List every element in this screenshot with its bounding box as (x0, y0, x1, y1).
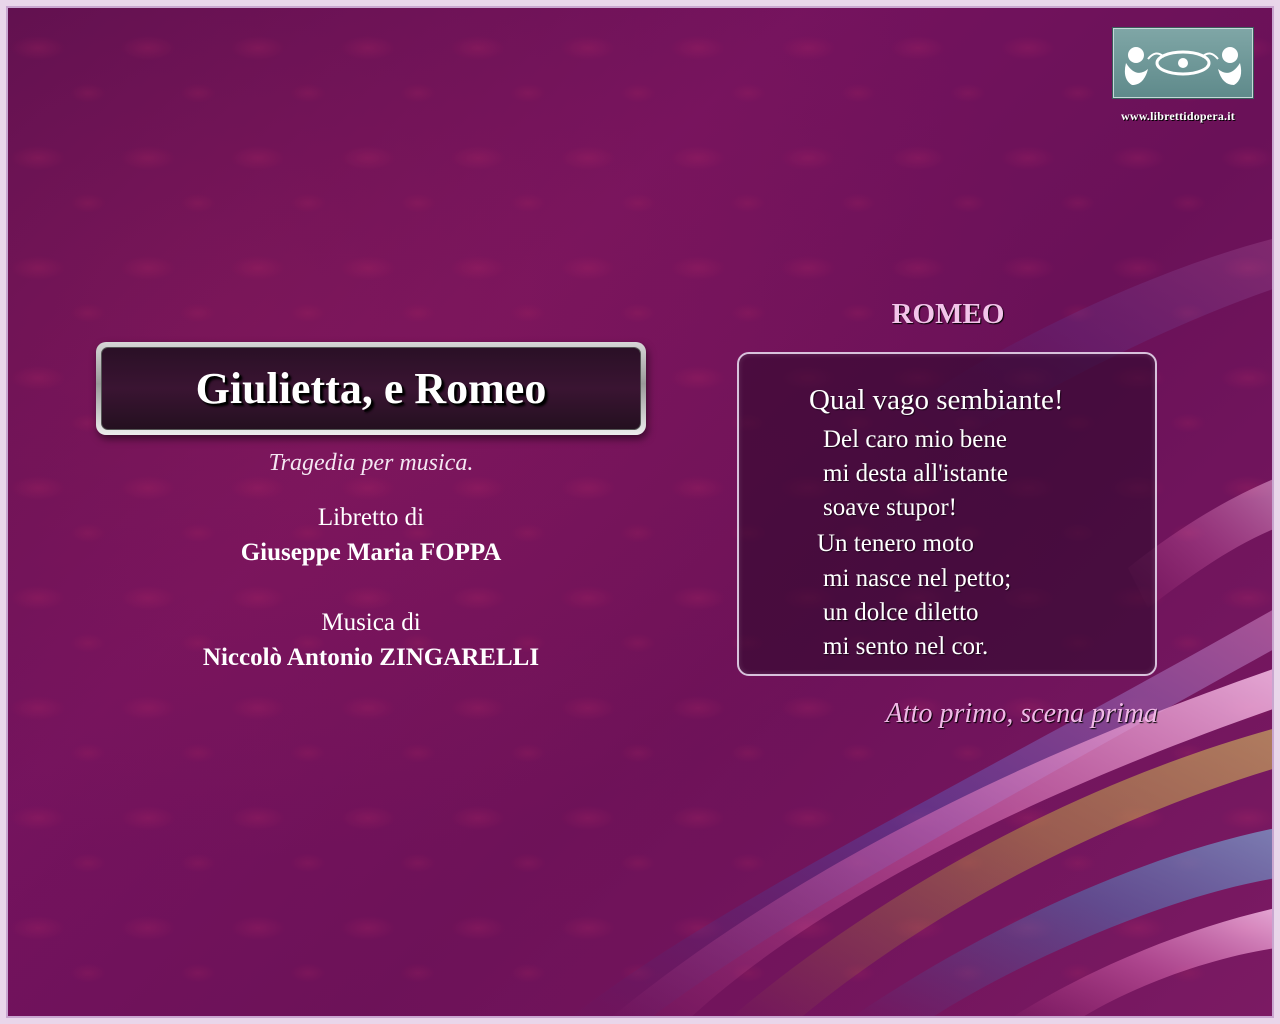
verse-line: un dolce diletto (823, 599, 979, 626)
verse-line: Qual vago sembiante! (809, 384, 1064, 416)
title-plate: Giulietta, e Romeo (96, 342, 646, 435)
libretto-page: www.librettidopera.it Giulietta, e Romeo… (6, 6, 1274, 1018)
putti-garland-icon (1124, 47, 1242, 85)
character-name: ROMEO (891, 298, 1005, 330)
composer-name: Niccolò Antonio ZINGARELLI (202, 644, 540, 671)
verse-line: mi sento nel cor. (823, 633, 989, 660)
librettist-name: Giuseppe Maria FOPPA (240, 539, 502, 566)
scene-link[interactable]: Atto primo, scena prima (828, 698, 1158, 730)
verse-line: mi nasce nel petto; (823, 565, 1012, 592)
verse-line: Del caro mio bene (823, 426, 1007, 453)
verse-line: mi desta all'istante (823, 460, 1009, 487)
verse-box: Qual vago sembiante! Del caro mio bene m… (737, 352, 1157, 676)
verse-line: soave stupor! (823, 494, 957, 521)
music-label: Musica di (321, 609, 421, 636)
title-plate-inner: Giulietta, e Romeo (101, 347, 641, 430)
opera-subtitle: Tragedia per musica. (268, 450, 474, 476)
verse-line: Un tenero moto (817, 530, 974, 557)
libretto-label: Libretto di (317, 504, 425, 531)
opera-title: Giulietta, e Romeo (195, 364, 547, 413)
site-logo[interactable] (1113, 28, 1253, 98)
site-url-link[interactable]: www.librettidopera.it (1093, 109, 1263, 124)
